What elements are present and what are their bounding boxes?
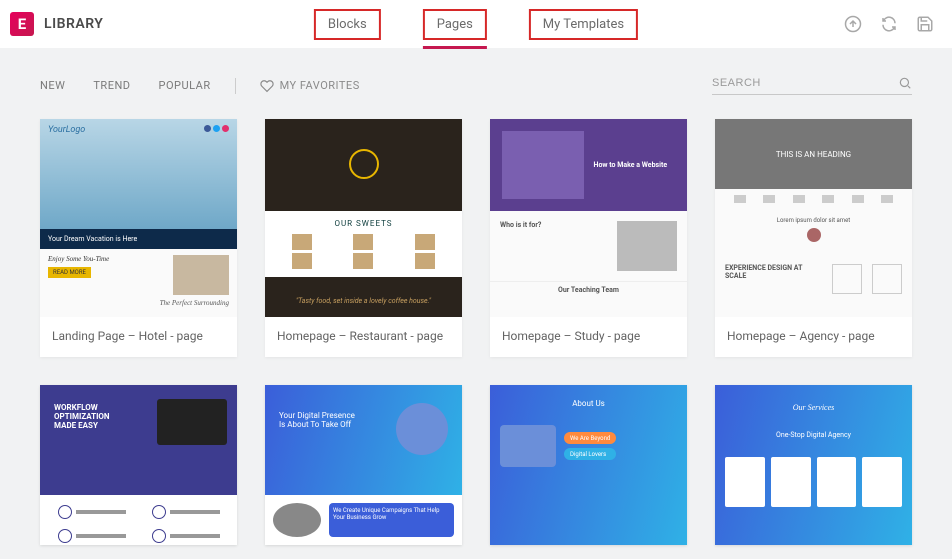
- template-title: Landing Page – Hotel - page: [40, 317, 237, 357]
- tab-blocks[interactable]: Blocks: [314, 9, 381, 40]
- filter-new[interactable]: NEW: [40, 79, 65, 92]
- favorites-label: MY FAVORITES: [280, 79, 360, 92]
- template-card[interactable]: PRO Our ServicesOne-Stop Digital Agency: [715, 385, 912, 545]
- template-title: Homepage – Agency - page: [715, 317, 912, 357]
- search-icon: [898, 76, 912, 90]
- template-thumbnail: WORKFLOW OPTIMIZATION MADE EASY CHOOSE T…: [40, 385, 237, 545]
- filter-popular[interactable]: POPULAR: [159, 79, 211, 92]
- sync-icon[interactable]: [880, 15, 898, 33]
- header: E LIBRARY Blocks Pages My Templates: [0, 0, 952, 48]
- heart-icon: [260, 79, 274, 93]
- filter-favorites[interactable]: MY FAVORITES: [260, 79, 360, 93]
- template-thumbnail: PRO Your Digital Presence Is About To Ta…: [265, 385, 462, 545]
- search[interactable]: [712, 76, 912, 95]
- template-card[interactable]: YourLogo Your Dream Vacation is Here Enj…: [40, 119, 237, 357]
- template-card[interactable]: OUR SWEETS "Tasty food, set inside a lov…: [265, 119, 462, 357]
- library-tabs: Blocks Pages My Templates: [314, 0, 638, 48]
- template-thumbnail: YourLogo Your Dream Vacation is Here Enj…: [40, 119, 237, 317]
- template-thumbnail: THIS IS AN HEADING Lorem ipsum dolor sit…: [715, 119, 912, 317]
- template-title: Homepage – Study - page: [490, 317, 687, 357]
- header-actions: [844, 15, 934, 33]
- tab-pages[interactable]: Pages: [423, 9, 487, 40]
- template-title: Homepage – Restaurant - page: [265, 317, 462, 357]
- tab-my-templates[interactable]: My Templates: [529, 9, 638, 40]
- logo: E LIBRARY: [10, 12, 103, 36]
- filter-bar: NEW TREND POPULAR MY FAVORITES: [0, 48, 952, 109]
- template-card[interactable]: How to Make a Website Who is it for? Our…: [490, 119, 687, 357]
- search-input[interactable]: [712, 77, 898, 89]
- template-thumbnail: PRO Our ServicesOne-Stop Digital Agency: [715, 385, 912, 545]
- import-icon[interactable]: [844, 15, 862, 33]
- library-title: LIBRARY: [44, 16, 103, 32]
- separator: [235, 78, 236, 94]
- filter-list: NEW TREND POPULAR: [40, 79, 211, 92]
- template-thumbnail: PRO About Us We Are BeyondDigital Lovers: [490, 385, 687, 545]
- elementor-icon: E: [10, 12, 34, 36]
- template-thumbnail: How to Make a Website Who is it for? Our…: [490, 119, 687, 317]
- template-thumbnail: OUR SWEETS "Tasty food, set inside a lov…: [265, 119, 462, 317]
- template-card[interactable]: THIS IS AN HEADING Lorem ipsum dolor sit…: [715, 119, 912, 357]
- template-card[interactable]: PRO Your Digital Presence Is About To Ta…: [265, 385, 462, 545]
- template-card[interactable]: WORKFLOW OPTIMIZATION MADE EASY CHOOSE T…: [40, 385, 237, 545]
- template-card[interactable]: PRO About Us We Are BeyondDigital Lovers: [490, 385, 687, 545]
- template-grid: YourLogo Your Dream Vacation is Here Enj…: [0, 109, 952, 545]
- save-icon[interactable]: [916, 15, 934, 33]
- filter-trend[interactable]: TREND: [93, 79, 130, 92]
